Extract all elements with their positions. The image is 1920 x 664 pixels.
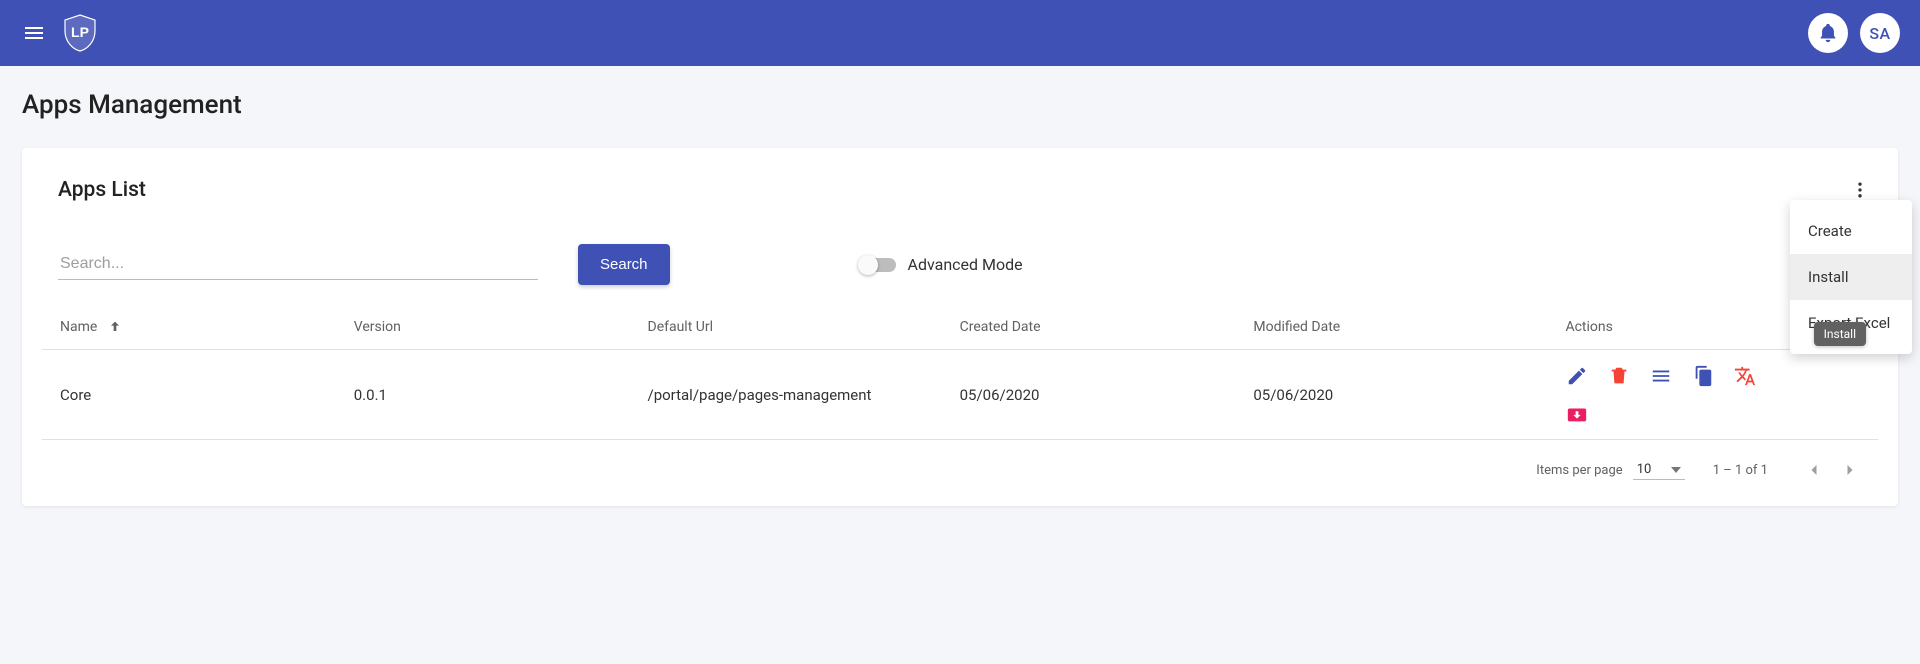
translate-icon	[1734, 365, 1756, 387]
archive-download-icon	[1566, 403, 1588, 425]
tooltip: Install	[1814, 322, 1866, 346]
cell-default-url: /portal/page/pages-management	[630, 350, 942, 440]
cell-actions	[1547, 350, 1878, 440]
user-initials: SA	[1869, 24, 1890, 43]
search-input[interactable]	[58, 249, 538, 280]
sort-asc-icon	[107, 319, 123, 335]
range-label: 1 – 1 of 1	[1713, 463, 1768, 478]
col-version[interactable]: Version	[336, 305, 630, 350]
dropdown-arrow-icon	[1671, 467, 1681, 473]
list-icon	[1650, 365, 1672, 387]
card-title: Apps List	[58, 178, 146, 202]
prev-page-button[interactable]	[1796, 452, 1832, 488]
menu-icon	[22, 21, 46, 45]
cell-version: 0.0.1	[336, 350, 630, 440]
apps-list-card: Apps List Search Advanced Mode	[22, 148, 1898, 506]
bell-icon	[1817, 22, 1839, 44]
chevron-left-icon	[1804, 460, 1824, 480]
package-button[interactable]	[1565, 402, 1589, 426]
clone-button[interactable]	[1691, 364, 1715, 388]
paginator: Items per page 10 1 – 1 of 1	[42, 440, 1878, 498]
page-size-value: 10	[1637, 462, 1652, 477]
col-name[interactable]: Name	[42, 305, 336, 350]
translate-button[interactable]	[1733, 364, 1757, 388]
notifications-button[interactable]	[1808, 13, 1848, 53]
menu-item-install[interactable]: Install	[1790, 254, 1912, 300]
shield-logo-icon: LP	[63, 14, 97, 52]
advanced-mode-label: Advanced Mode	[908, 255, 1023, 274]
svg-text:LP: LP	[71, 24, 89, 40]
user-avatar[interactable]: SA	[1860, 13, 1900, 53]
menus-button[interactable]	[1649, 364, 1673, 388]
menu-button[interactable]	[10, 9, 58, 57]
items-per-page-label: Items per page	[1536, 463, 1622, 478]
chevron-right-icon	[1840, 460, 1860, 480]
page-title: Apps Management	[22, 90, 1898, 120]
edit-button[interactable]	[1565, 364, 1589, 388]
apps-table: Name Version Default Url Created Date Mo…	[42, 305, 1878, 440]
search-button[interactable]: Search	[578, 244, 670, 285]
delete-button[interactable]	[1607, 364, 1631, 388]
toggle-thumb	[858, 255, 878, 275]
next-page-button[interactable]	[1832, 452, 1868, 488]
more-vert-icon	[1850, 180, 1870, 200]
pencil-icon	[1566, 365, 1588, 387]
col-modified-date[interactable]: Modified Date	[1235, 305, 1547, 350]
cell-modified-date: 05/06/2020	[1235, 350, 1547, 440]
page-size-select[interactable]: 10	[1633, 460, 1685, 480]
cell-name: Core	[42, 350, 336, 440]
table-row: Core 0.0.1 /portal/page/pages-management…	[42, 350, 1878, 440]
col-created-date[interactable]: Created Date	[942, 305, 1236, 350]
advanced-mode-toggle[interactable]	[860, 258, 896, 272]
app-bar: LP SA	[0, 0, 1920, 66]
logo[interactable]: LP	[62, 15, 98, 51]
col-default-url[interactable]: Default Url	[630, 305, 942, 350]
cell-created-date: 05/06/2020	[942, 350, 1236, 440]
trash-icon	[1608, 365, 1630, 387]
menu-item-create[interactable]: Create	[1790, 208, 1912, 254]
copy-icon	[1692, 365, 1714, 387]
